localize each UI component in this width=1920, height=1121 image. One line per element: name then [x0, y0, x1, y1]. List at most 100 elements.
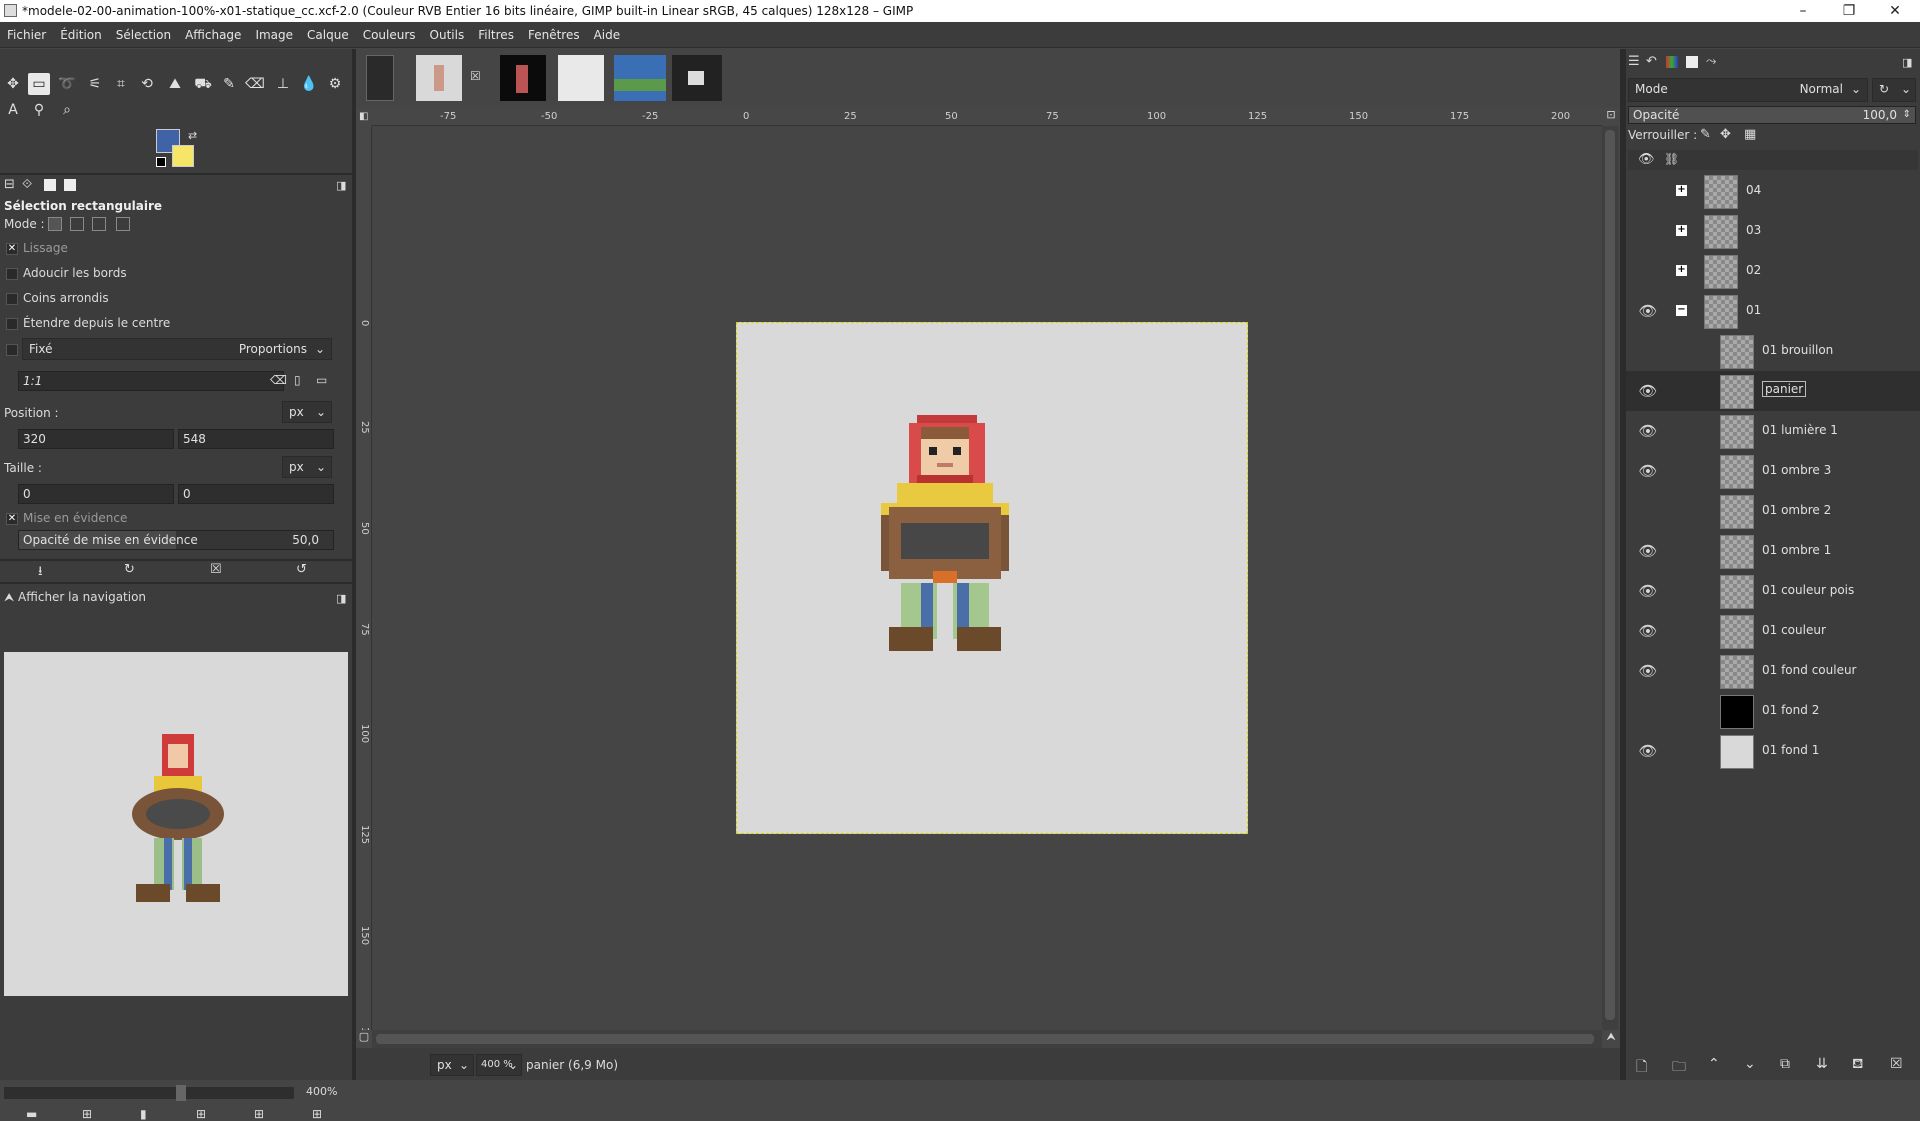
eye-hidden-icon[interactable]: [1638, 183, 1658, 199]
layer-name[interactable]: 01 brouillon: [1762, 343, 1833, 357]
menu-calque[interactable]: Calque: [300, 22, 356, 48]
layer-row[interactable]: 👁 01 couleur pois: [1626, 571, 1920, 611]
maximize-button[interactable]: ❐: [1826, 0, 1872, 22]
eye-icon[interactable]: 👁: [1638, 423, 1658, 439]
eye-icon[interactable]: 👁: [1638, 463, 1658, 479]
bucket-fill-tool-icon[interactable]: ⛟: [192, 73, 214, 95]
raise-layer-icon[interactable]: ⌃: [1708, 1056, 1720, 1072]
images-tab-icon[interactable]: [64, 179, 76, 191]
image-tab-thumb-5[interactable]: [614, 55, 666, 101]
text-tool-icon[interactable]: A: [2, 99, 24, 121]
position-x-input[interactable]: 320: [18, 429, 174, 449]
image-tab-thumb-1[interactable]: [366, 55, 394, 101]
mode-subtract-icon[interactable]: [92, 217, 106, 231]
mask-icon[interactable]: ⛾: [1852, 1056, 1863, 1074]
lasso-tool-icon[interactable]: ➰: [56, 73, 78, 95]
zoom-slider[interactable]: [4, 1087, 294, 1099]
image-tab-thumb-4[interactable]: [558, 55, 604, 101]
layer-row[interactable]: 👁 01 ombre 3: [1626, 451, 1920, 491]
zoom-1-1-icon[interactable]: ▮: [140, 1107, 147, 1121]
layer-name[interactable]: 01 couleur pois: [1762, 583, 1854, 597]
ruler-corner[interactable]: ◧: [356, 108, 372, 126]
fixed-mode-combo[interactable]: Fixé Proportions ⌄: [22, 338, 332, 360]
undo-history-tab-icon[interactable]: [44, 179, 56, 191]
layer-row[interactable]: 👁 panier: [1626, 371, 1920, 411]
size-unit-combo[interactable]: px ⌄: [282, 456, 332, 478]
layer-row[interactable]: 01 brouillon: [1626, 331, 1920, 371]
layer-name[interactable]: 03: [1746, 223, 1761, 237]
layer-row[interactable]: 01 ombre 2: [1626, 491, 1920, 531]
vertical-ruler[interactable]: 0255075100125150175: [356, 126, 372, 1046]
image-tab-thumb-3[interactable]: [500, 55, 546, 101]
save-options-icon[interactable]: ⭳: [38, 562, 43, 584]
menu-filtres[interactable]: Filtres: [471, 22, 521, 48]
portrait-icon[interactable]: ▯: [294, 373, 301, 387]
layer-name[interactable]: 04: [1746, 183, 1761, 197]
zoom-out-icon[interactable]: ▬: [26, 1107, 37, 1121]
layer-mode-combo[interactable]: Mode Normal ⌄: [1628, 78, 1868, 102]
zoom-fit-icon[interactable]: ⊞: [196, 1107, 206, 1121]
layer-row[interactable]: 01 fond 2: [1626, 691, 1920, 731]
lock-pixels-icon[interactable]: ✎: [1700, 127, 1711, 142]
image-canvas[interactable]: [736, 322, 1248, 834]
warp-tool-icon[interactable]: ⛰: [164, 73, 186, 95]
navigation-preview[interactable]: [4, 652, 348, 996]
close-window-button[interactable]: ✕: [1872, 0, 1918, 22]
color-picker-tool-icon[interactable]: ⚲: [28, 99, 50, 121]
menu-selection[interactable]: Sélection: [109, 22, 178, 48]
shrink-wrap-icon[interactable]: ⊞: [312, 1107, 322, 1121]
clear-ratio-icon[interactable]: ⌫: [270, 373, 287, 387]
vertical-scrollbar[interactable]: [1602, 126, 1618, 1030]
ratio-input[interactable]: 1:1: [18, 371, 284, 391]
paintbrush-tool-icon[interactable]: ✎: [218, 73, 240, 95]
duplicate-layer-icon[interactable]: ⧉: [1780, 1056, 1790, 1072]
zoom-combo[interactable]: 400 % ⌄: [476, 1054, 522, 1076]
smudge-tool-icon[interactable]: 💧: [298, 73, 320, 95]
layer-name[interactable]: 01 ombre 1: [1762, 543, 1831, 557]
collapse-group-icon[interactable]: −: [1676, 305, 1687, 316]
composite-mode-combo[interactable]: ↻ ⌄: [1872, 78, 1916, 102]
zoom-fill-icon[interactable]: ⊞: [254, 1107, 264, 1121]
paths-tab-icon[interactable]: ⤳: [1706, 54, 1716, 69]
antialias-checkbox[interactable]: ✕: [6, 243, 18, 255]
layer-row[interactable]: 👁 − 01: [1626, 291, 1920, 331]
panel-menu-icon[interactable]: ◨: [336, 592, 346, 605]
layers-tab-icon[interactable]: ☰: [1628, 54, 1640, 69]
layer-row[interactable]: 👁 01 lumière 1: [1626, 411, 1920, 451]
mode-replace-icon[interactable]: [48, 217, 62, 231]
lock-alpha-icon[interactable]: ▦: [1744, 127, 1756, 142]
mode-intersect-icon[interactable]: [116, 217, 130, 231]
layer-opacity-slider[interactable]: Opacité 100,0 ⇕: [1628, 106, 1916, 124]
layer-row[interactable]: 👁 01 fond 1: [1626, 731, 1920, 771]
menu-image[interactable]: Image: [248, 22, 300, 48]
quick-mask-toggle-icon[interactable]: ▢: [356, 1030, 372, 1048]
eye-hidden-icon[interactable]: [1638, 503, 1658, 519]
minimize-button[interactable]: –: [1780, 0, 1826, 22]
delete-layer-icon[interactable]: ☒: [1890, 1056, 1903, 1072]
expand-group-icon[interactable]: +: [1676, 225, 1687, 236]
eraser-tool-icon[interactable]: ⌫: [244, 73, 266, 95]
lock-position-icon[interactable]: ✥: [1720, 127, 1731, 142]
eye-icon[interactable]: 👁: [1638, 623, 1658, 639]
delete-options-icon[interactable]: ☒: [210, 562, 222, 577]
unit-combo[interactable]: px ⌄: [430, 1054, 474, 1076]
layer-row[interactable]: 👁 01 ombre 1: [1626, 531, 1920, 571]
eye-hidden-icon[interactable]: [1638, 223, 1658, 239]
horizontal-scrollbar-thumb[interactable]: [376, 1034, 1594, 1044]
eye-hidden-icon[interactable]: [1638, 703, 1658, 719]
move-tool-icon[interactable]: ✥: [2, 73, 24, 95]
menu-fichier[interactable]: Fichier: [0, 22, 53, 48]
restore-options-icon[interactable]: ↻: [124, 562, 135, 577]
expand-center-checkbox[interactable]: [6, 318, 18, 330]
new-layer-icon[interactable]: 🗋: [1636, 1056, 1647, 1080]
menu-edition[interactable]: Édition: [53, 22, 109, 48]
merge-layer-icon[interactable]: ⇊: [1816, 1056, 1828, 1072]
highlight-checkbox[interactable]: ✕: [6, 513, 18, 525]
zoom-on-resize-icon[interactable]: ⊡: [1602, 108, 1620, 126]
palettes-tab-icon[interactable]: [1666, 56, 1678, 68]
expand-group-icon[interactable]: +: [1676, 185, 1687, 196]
eye-hidden-icon[interactable]: [1638, 263, 1658, 279]
layer-name[interactable]: 01 couleur: [1762, 623, 1826, 637]
eye-icon[interactable]: 👁: [1638, 303, 1658, 319]
layer-name[interactable]: 01 ombre 3: [1762, 463, 1831, 477]
